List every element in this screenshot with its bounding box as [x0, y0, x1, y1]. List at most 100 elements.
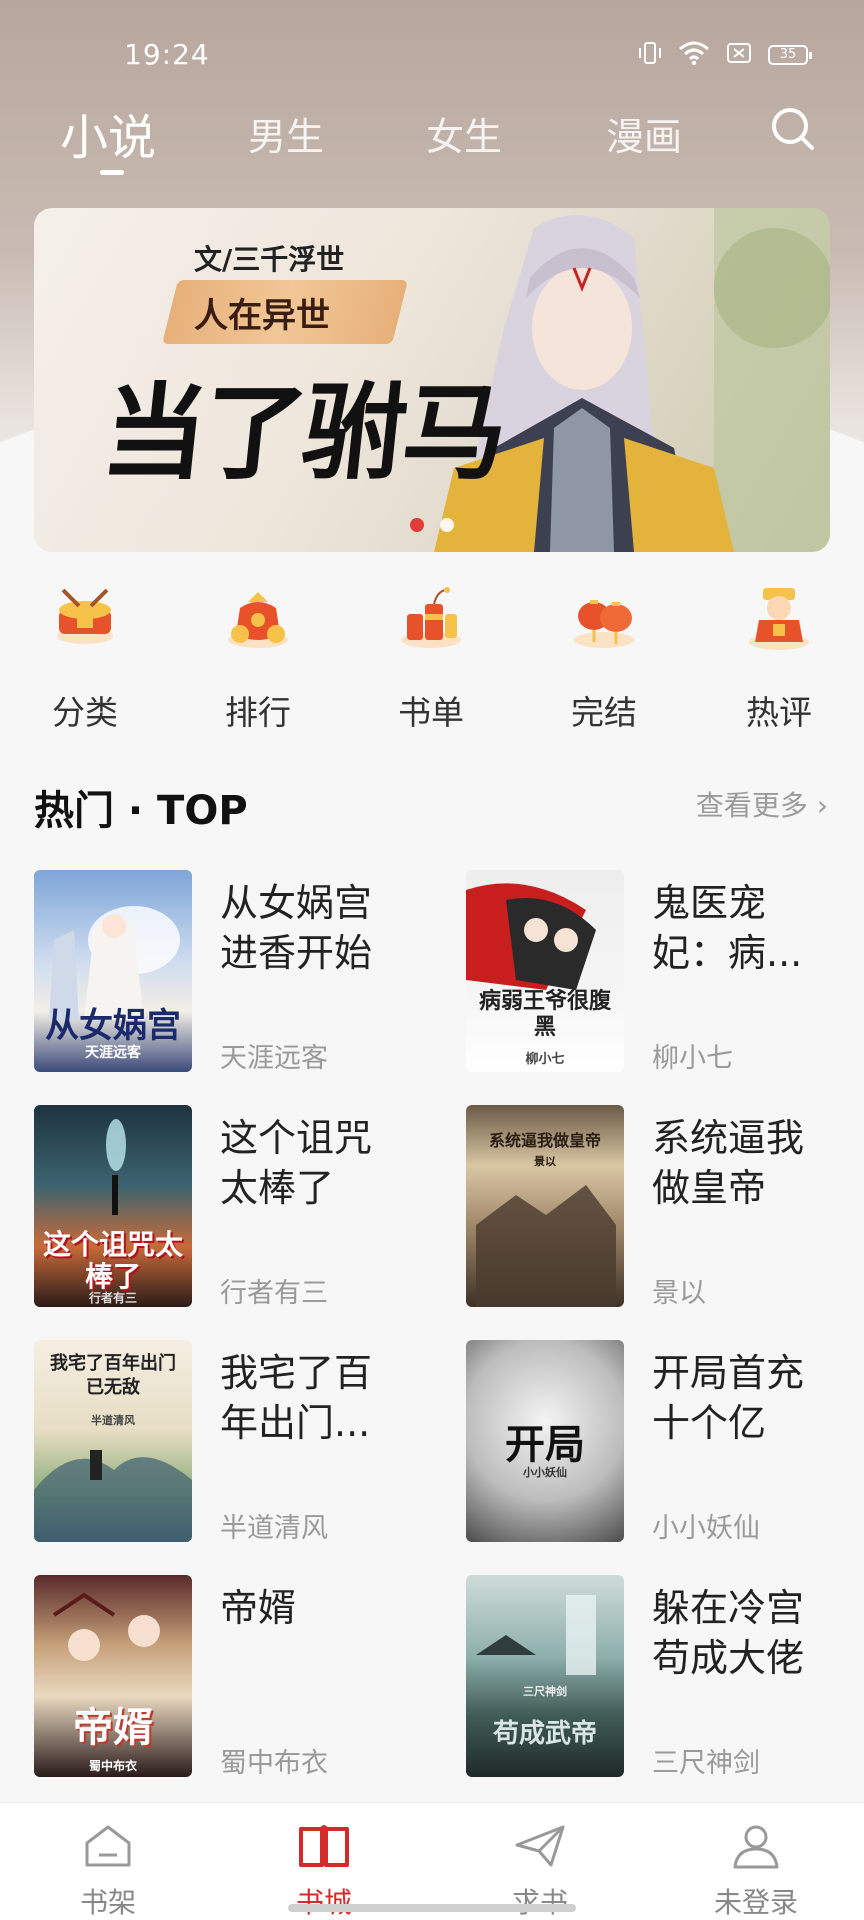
book-title: 开局首充 十个亿 — [652, 1351, 805, 1445]
paper-plane-icon — [515, 1825, 565, 1867]
banner-author: 文/三千浮世 — [194, 243, 345, 276]
book-author: 天涯远客 — [220, 1043, 328, 1074]
drum-icon — [57, 588, 113, 644]
book-card[interactable]: 开局 小小妖仙 开局首充 十个亿 小小妖仙 — [466, 1340, 864, 1546]
book-author: 半道清风 — [220, 1513, 328, 1544]
book-title: 系统逼我 做皇帝 — [652, 1116, 805, 1210]
status-icons: 35 — [638, 40, 812, 70]
book-author: 景以 — [652, 1278, 706, 1309]
category-label: 书单 — [398, 693, 464, 732]
book-title: 这个诅咒 太棒了 — [220, 1116, 373, 1210]
book-cover: 开局 小小妖仙 — [466, 1340, 624, 1542]
home-indicator[interactable] — [288, 1904, 576, 1912]
book-cover-title: 帝婿 — [73, 1704, 153, 1751]
book-title: 帝婿 — [220, 1586, 297, 1630]
search-icon — [772, 108, 814, 150]
book-cover-title: 开局 — [505, 1421, 585, 1468]
promo-banner[interactable]: 文/三千浮世 人在异世 当了驸马 — [34, 208, 830, 552]
money-bag-icon — [228, 592, 288, 648]
bookshelf-icon — [85, 1825, 131, 1867]
banner-pagination — [34, 518, 830, 532]
book-cover-author: 蜀中布衣 — [88, 1759, 137, 1773]
nav-label: 未登录 — [713, 1886, 798, 1919]
nav-bookshelf[interactable]: 书架 — [48, 1821, 168, 1920]
chevron-right-icon: › — [816, 789, 828, 822]
status-time: 19:24 — [124, 38, 210, 71]
category-label: 分类 — [52, 693, 118, 732]
search-button[interactable] — [768, 104, 818, 154]
lantern-icon — [574, 600, 634, 648]
book-author: 三尺神剑 — [652, 1748, 760, 1779]
firecracker-icon — [401, 587, 461, 648]
banner-dot-1[interactable] — [410, 518, 424, 532]
book-cover-title: 从女娲宫 — [45, 1006, 181, 1046]
book-card[interactable]: 帝婿 蜀中布衣 帝婿 蜀中布衣 — [34, 1575, 444, 1781]
banner-subtitle: 人在异世 — [194, 296, 330, 336]
tab-male[interactable]: 男生 — [248, 106, 324, 161]
vibrate-icon — [638, 40, 662, 70]
book-card[interactable]: 这个诅咒太棒了 行者有三 这个诅咒 太棒了 行者有三 — [34, 1105, 444, 1311]
book-cover-title: 这个诅咒太棒了 — [42, 1228, 183, 1293]
bottom-navigation: 书架 书城 求书 未登录 — [0, 1802, 864, 1920]
book-cover-author: 三尺神剑 — [523, 1685, 567, 1698]
nav-label: 书城 — [295, 1886, 352, 1919]
book-cover: 我宅了百年出门已无敌 半道清风 — [34, 1340, 192, 1542]
book-title: 从女娲宫 进香开始 — [220, 881, 373, 975]
hot-section-title: 热门 · TOP — [34, 788, 248, 834]
book-cover-title: 我宅了百年出门已无敌 — [50, 1353, 176, 1398]
book-author: 柳小七 — [652, 1043, 733, 1074]
wifi-icon — [678, 40, 710, 70]
category-row: 分类 排行 书单 完结 热评 — [0, 580, 864, 732]
tab-novel[interactable]: 小说 — [60, 98, 156, 168]
banner-dot-2[interactable] — [440, 518, 454, 532]
sim-icon — [726, 42, 752, 68]
book-cover-title: 系统逼我做皇帝 — [488, 1131, 601, 1150]
book-cover: 从女娲宫 天涯远客 — [34, 870, 192, 1072]
tab-female[interactable]: 女生 — [426, 106, 502, 161]
book-cover: 帝婿 蜀中布衣 — [34, 1575, 192, 1777]
book-cover: 这个诅咒太棒了 行者有三 — [34, 1105, 192, 1307]
battery-icon: 35 — [768, 45, 812, 65]
banner-title: 当了驸马 — [96, 371, 510, 494]
category-hot-reviews[interactable]: 热评 — [714, 580, 844, 734]
category-label: 排行 — [225, 693, 291, 732]
book-title: 躲在冷宫 苟成大佬 — [652, 1586, 805, 1680]
book-cover-title: 病弱王爷很腹黑 — [478, 988, 611, 1040]
book-cover: 病弱王爷很腹黑 柳小七 — [466, 870, 624, 1072]
book-cover: 系统逼我做皇帝 景以 — [466, 1105, 624, 1307]
book-cover-author: 半道清风 — [91, 1414, 135, 1427]
book-card[interactable]: 系统逼我做皇帝 景以 系统逼我 做皇帝 景以 — [466, 1105, 864, 1311]
book-title: 我宅了百 年出门... — [220, 1351, 373, 1445]
book-author: 蜀中布衣 — [220, 1748, 328, 1779]
book-cover-author: 景以 — [534, 1155, 556, 1168]
category-label: 热评 — [746, 693, 812, 732]
tab-comic[interactable]: 漫画 — [606, 106, 682, 161]
book-cover-author: 柳小七 — [525, 1052, 565, 1067]
book-card[interactable]: 我宅了百年出门已无敌 半道清风 我宅了百 年出门... 半道清风 — [34, 1340, 444, 1546]
book-card[interactable]: 苟成武帝 三尺神剑 躲在冷宫 苟成大佬 三尺神剑 — [466, 1575, 864, 1781]
book-open-icon — [299, 1825, 349, 1867]
nav-label: 书架 — [79, 1886, 136, 1919]
user-icon — [733, 1825, 779, 1869]
book-title: 鬼医宠 妃：病... — [652, 881, 803, 975]
book-cover: 苟成武帝 三尺神剑 — [466, 1575, 624, 1777]
nav-account[interactable]: 未登录 — [696, 1821, 816, 1920]
status-bar: 19:24 35 — [0, 30, 864, 80]
book-card[interactable]: 病弱王爷很腹黑 柳小七 鬼医宠 妃：病... 柳小七 — [466, 870, 864, 1076]
top-tabs: 小说 男生 女生 漫画 — [0, 98, 864, 188]
category-booklist[interactable]: 书单 — [366, 580, 496, 734]
category-label: 完结 — [571, 693, 637, 732]
book-cover-author: 行者有三 — [88, 1291, 137, 1305]
book-author: 小小妖仙 — [652, 1513, 760, 1544]
tab-indicator — [100, 170, 124, 175]
book-card[interactable]: 从女娲宫 天涯远客 从女娲宫 进香开始 天涯远客 — [34, 870, 444, 1076]
fortune-god-icon — [749, 588, 809, 650]
category-classify[interactable]: 分类 — [20, 580, 150, 734]
book-cover-author: 小小妖仙 — [523, 1466, 567, 1479]
book-cover-title: 苟成武帝 — [492, 1719, 597, 1749]
see-more-link[interactable]: 查看更多 › — [696, 784, 828, 824]
category-ranking[interactable]: 排行 — [193, 580, 323, 734]
book-cover-author: 天涯远客 — [85, 1045, 141, 1061]
category-finished[interactable]: 完结 — [539, 580, 669, 734]
nav-label: 求书 — [511, 1886, 568, 1919]
